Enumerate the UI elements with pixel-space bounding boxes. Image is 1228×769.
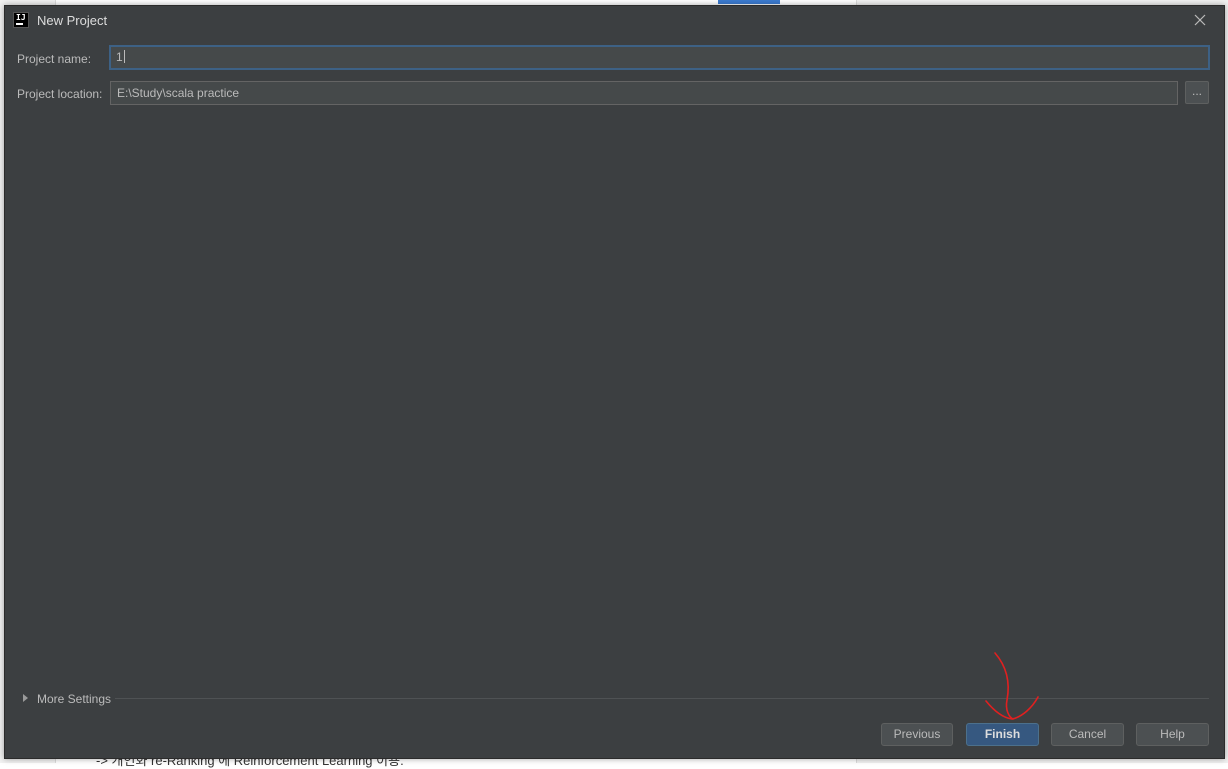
dialog-title: New Project xyxy=(37,13,108,28)
more-settings-label: More Settings xyxy=(37,692,112,706)
expand-triangle-icon xyxy=(23,694,28,702)
cancel-button[interactable]: Cancel xyxy=(1051,723,1124,746)
new-project-dialog: IJ New Project Project name: 1 Project l… xyxy=(4,5,1225,759)
project-name-value: 1 xyxy=(116,50,123,64)
project-name-label: Project name: xyxy=(17,52,92,66)
project-location-input[interactable]: E:\Study\scala practice xyxy=(110,81,1178,105)
text-caret xyxy=(123,50,125,63)
browse-button[interactable]: ... xyxy=(1185,81,1209,104)
background-active-tab xyxy=(718,0,780,4)
app-icon-bar xyxy=(16,23,23,25)
close-icon[interactable] xyxy=(1191,11,1209,29)
app-icon-text: IJ xyxy=(16,13,26,22)
finish-button[interactable]: Finish xyxy=(966,723,1039,746)
help-button[interactable]: Help xyxy=(1136,723,1209,746)
intellij-app-icon: IJ xyxy=(13,12,29,28)
more-settings-divider xyxy=(115,698,1209,699)
previous-button[interactable]: Previous xyxy=(881,723,953,746)
dialog-titlebar: IJ New Project xyxy=(5,6,1224,34)
project-name-input[interactable]: 1 xyxy=(109,45,1210,70)
project-location-label: Project location: xyxy=(17,87,103,101)
